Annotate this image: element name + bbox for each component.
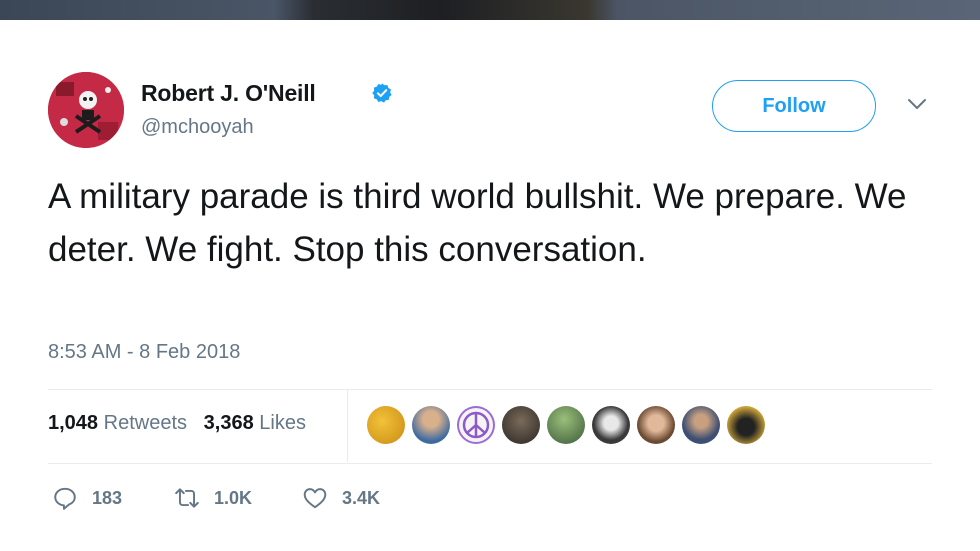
avatar[interactable] bbox=[48, 72, 124, 148]
divider bbox=[48, 463, 932, 464]
follow-button[interactable]: Follow bbox=[712, 80, 876, 132]
author-display-name[interactable]: Robert J. O'Neill bbox=[141, 80, 316, 107]
engagement-stats: 1,048 Retweets 3,368 Likes bbox=[48, 412, 306, 435]
like-button[interactable]: 3.4K bbox=[302, 482, 380, 514]
likes-stat[interactable]: 3,368 Likes bbox=[204, 412, 306, 434]
retweet-button[interactable]: 1.0K bbox=[174, 482, 252, 514]
liker-avatar[interactable] bbox=[367, 406, 405, 444]
heart-icon bbox=[303, 488, 327, 509]
reply-count: 183 bbox=[92, 487, 123, 508]
liker-avatar[interactable] bbox=[637, 406, 675, 444]
tweet-timestamp[interactable]: 8:53 AM - 8 Feb 2018 bbox=[48, 341, 240, 364]
retweet-count: 1.0K bbox=[214, 487, 253, 508]
liker-avatar[interactable] bbox=[457, 406, 495, 444]
divider bbox=[48, 389, 932, 390]
reply-button[interactable]: 183 bbox=[52, 482, 122, 514]
like-count: 3.4K bbox=[342, 487, 381, 508]
liker-avatar[interactable] bbox=[727, 406, 765, 444]
likes-label: Likes bbox=[259, 412, 306, 434]
retweet-icon bbox=[175, 488, 199, 508]
liker-avatar[interactable] bbox=[502, 406, 540, 444]
reply-icon bbox=[54, 487, 76, 510]
stats-separator bbox=[347, 390, 348, 462]
liker-avatar[interactable] bbox=[682, 406, 720, 444]
likes-count: 3,368 bbox=[203, 412, 254, 434]
header-image-strip bbox=[0, 0, 980, 20]
retweets-stat[interactable]: 1,048 Retweets bbox=[48, 412, 187, 434]
verified-badge-icon bbox=[372, 83, 392, 103]
liker-avatar[interactable] bbox=[592, 406, 630, 444]
retweets-count: 1,048 bbox=[48, 412, 99, 434]
liker-avatar[interactable] bbox=[547, 406, 585, 444]
chevron-down-icon[interactable] bbox=[906, 97, 928, 111]
tweet-text: A military parade is third world bullshi… bbox=[48, 177, 907, 269]
liker-avatars bbox=[367, 406, 772, 446]
author-handle[interactable]: @mchooyah bbox=[141, 116, 254, 139]
retweets-label: Retweets bbox=[103, 412, 187, 434]
liker-avatar[interactable] bbox=[412, 406, 450, 444]
